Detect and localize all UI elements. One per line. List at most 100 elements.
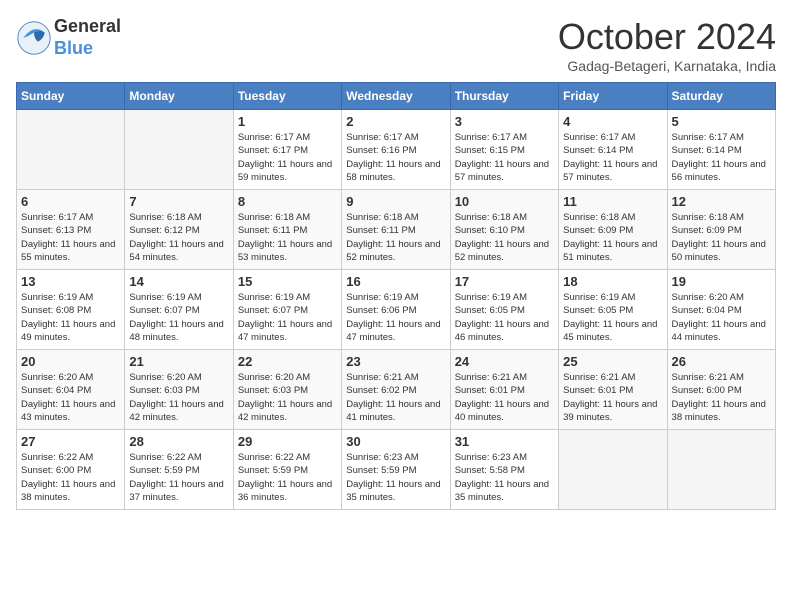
title-block: October 2024 Gadag-Betageri, Karnataka, …: [558, 16, 776, 74]
day-number: 11: [563, 194, 662, 209]
calendar-cell: 6 Sunrise: 6:17 AM Sunset: 6:13 PM Daylig…: [17, 190, 125, 270]
logo-general: General: [54, 16, 121, 36]
day-number: 27: [21, 434, 120, 449]
day-info: Sunrise: 6:19 AM Sunset: 6:07 PM Dayligh…: [238, 291, 337, 344]
calendar-cell: [125, 110, 233, 190]
calendar-cell: 5Sunrise: 6:17 AM Sunset: 6:14 PM Daylig…: [667, 110, 775, 190]
calendar-cell: 17Sunrise: 6:19 AM Sunset: 6:05 PM Dayli…: [450, 270, 558, 350]
calendar-cell: 25 Sunrise: 6:21 AM Sunset: 6:01 PM Dayli…: [559, 350, 667, 430]
day-number: 2: [346, 114, 445, 129]
calendar-cell: 10 Sunrise: 6:18 AM Sunset: 6:10 PM Dayli…: [450, 190, 558, 270]
day-number: 14: [129, 274, 228, 289]
calendar-cell: 3Sunrise: 6:17 AM Sunset: 6:15 PM Daylig…: [450, 110, 558, 190]
weekday-header: Sunday: [17, 83, 125, 110]
calendar-cell: 9 Sunrise: 6:18 AM Sunset: 6:11 PM Daylig…: [342, 190, 450, 270]
calendar-cell: 7Sunrise: 6:18 AM Sunset: 6:12 PM Daylig…: [125, 190, 233, 270]
day-info: Sunrise: 6:19 AM Sunset: 6:07 PM Dayligh…: [129, 291, 228, 344]
day-info: Sunrise: 6:18 AM Sunset: 6:11 PM Dayligh…: [238, 211, 337, 264]
day-number: 23: [346, 354, 445, 369]
day-number: 29: [238, 434, 337, 449]
calendar-cell: 4 Sunrise: 6:17 AM Sunset: 6:14 PM Daylig…: [559, 110, 667, 190]
day-info: Sunrise: 6:20 AM Sunset: 6:04 PM Dayligh…: [21, 371, 120, 424]
calendar-cell: 29 Sunrise: 6:22 AM Sunset: 5:59 PM Dayli…: [233, 430, 341, 510]
day-info: Sunrise: 6:23 AM Sunset: 5:59 PM Dayligh…: [346, 451, 445, 504]
weekday-header: Wednesday: [342, 83, 450, 110]
calendar-cell: 20Sunrise: 6:20 AM Sunset: 6:04 PM Dayli…: [17, 350, 125, 430]
logo-icon: [16, 20, 52, 56]
day-number: 8: [238, 194, 337, 209]
day-info: Sunrise: 6:23 AM Sunset: 5:58 PM Dayligh…: [455, 451, 554, 504]
calendar-cell: 1 Sunrise: 6:17 AM Sunset: 6:17 PM Daylig…: [233, 110, 341, 190]
calendar-cell: 18 Sunrise: 6:19 AM Sunset: 6:05 PM Dayli…: [559, 270, 667, 350]
calendar-cell: 26 Sunrise: 6:21 AM Sunset: 6:00 PM Dayli…: [667, 350, 775, 430]
day-info: Sunrise: 6:17 AM Sunset: 6:14 PM Dayligh…: [672, 131, 771, 184]
calendar-table: SundayMondayTuesdayWednesdayThursdayFrid…: [16, 82, 776, 510]
calendar-cell: [667, 430, 775, 510]
calendar-cell: 19 Sunrise: 6:20 AM Sunset: 6:04 PM Dayli…: [667, 270, 775, 350]
day-info: Sunrise: 6:18 AM Sunset: 6:09 PM Dayligh…: [563, 211, 662, 264]
day-number: 4: [563, 114, 662, 129]
calendar-cell: 21 Sunrise: 6:20 AM Sunset: 6:03 PM Dayli…: [125, 350, 233, 430]
day-info: Sunrise: 6:21 AM Sunset: 6:01 PM Dayligh…: [563, 371, 662, 424]
day-info: Sunrise: 6:19 AM Sunset: 6:05 PM Dayligh…: [563, 291, 662, 344]
day-number: 25: [563, 354, 662, 369]
weekday-header: Thursday: [450, 83, 558, 110]
calendar-cell: 2 Sunrise: 6:17 AM Sunset: 6:16 PM Daylig…: [342, 110, 450, 190]
day-info: Sunrise: 6:17 AM Sunset: 6:17 PM Dayligh…: [238, 131, 337, 184]
page-header: General Blue October 2024 Gadag-Betageri…: [16, 16, 776, 74]
calendar-cell: 23 Sunrise: 6:21 AM Sunset: 6:02 PM Dayli…: [342, 350, 450, 430]
calendar-cell: 12 Sunrise: 6:18 AM Sunset: 6:09 PM Dayli…: [667, 190, 775, 270]
calendar-cell: [17, 110, 125, 190]
day-info: Sunrise: 6:20 AM Sunset: 6:03 PM Dayligh…: [129, 371, 228, 424]
calendar-cell: 13 Sunrise: 6:19 AM Sunset: 6:08 PM Dayli…: [17, 270, 125, 350]
day-info: Sunrise: 6:19 AM Sunset: 6:08 PM Dayligh…: [21, 291, 120, 344]
logo-text: General Blue: [54, 16, 121, 59]
day-info: Sunrise: 6:22 AM Sunset: 5:59 PM Dayligh…: [238, 451, 337, 504]
month-title: October 2024: [558, 16, 776, 58]
day-info: Sunrise: 6:17 AM Sunset: 6:16 PM Dayligh…: [346, 131, 445, 184]
day-info: Sunrise: 6:18 AM Sunset: 6:11 PM Dayligh…: [346, 211, 445, 264]
calendar-cell: [559, 430, 667, 510]
calendar-cell: 14 Sunrise: 6:19 AM Sunset: 6:07 PM Dayli…: [125, 270, 233, 350]
calendar-cell: 24Sunrise: 6:21 AM Sunset: 6:01 PM Dayli…: [450, 350, 558, 430]
day-info: Sunrise: 6:17 AM Sunset: 6:14 PM Dayligh…: [563, 131, 662, 184]
day-number: 19: [672, 274, 771, 289]
location: Gadag-Betageri, Karnataka, India: [558, 58, 776, 74]
day-info: Sunrise: 6:17 AM Sunset: 6:15 PM Dayligh…: [455, 131, 554, 184]
day-info: Sunrise: 6:19 AM Sunset: 6:06 PM Dayligh…: [346, 291, 445, 344]
day-number: 31: [455, 434, 554, 449]
weekday-header: Saturday: [667, 83, 775, 110]
day-info: Sunrise: 6:18 AM Sunset: 6:10 PM Dayligh…: [455, 211, 554, 264]
day-info: Sunrise: 6:20 AM Sunset: 6:04 PM Dayligh…: [672, 291, 771, 344]
calendar-cell: 22Sunrise: 6:20 AM Sunset: 6:03 PM Dayli…: [233, 350, 341, 430]
calendar-cell: 28 Sunrise: 6:22 AM Sunset: 5:59 PM Dayli…: [125, 430, 233, 510]
day-info: Sunrise: 6:17 AM Sunset: 6:13 PM Dayligh…: [21, 211, 120, 264]
day-number: 10: [455, 194, 554, 209]
logo-blue: Blue: [54, 38, 93, 58]
day-number: 21: [129, 354, 228, 369]
day-info: Sunrise: 6:21 AM Sunset: 6:00 PM Dayligh…: [672, 371, 771, 424]
day-number: 28: [129, 434, 228, 449]
calendar-cell: 15 Sunrise: 6:19 AM Sunset: 6:07 PM Dayli…: [233, 270, 341, 350]
calendar-cell: 16 Sunrise: 6:19 AM Sunset: 6:06 PM Dayli…: [342, 270, 450, 350]
day-number: 24: [455, 354, 554, 369]
day-number: 12: [672, 194, 771, 209]
day-number: 18: [563, 274, 662, 289]
day-number: 13: [21, 274, 120, 289]
day-number: 26: [672, 354, 771, 369]
day-number: 9: [346, 194, 445, 209]
day-number: 16: [346, 274, 445, 289]
day-info: Sunrise: 6:18 AM Sunset: 6:09 PM Dayligh…: [672, 211, 771, 264]
day-number: 7: [129, 194, 228, 209]
day-info: Sunrise: 6:22 AM Sunset: 6:00 PM Dayligh…: [21, 451, 120, 504]
day-number: 15: [238, 274, 337, 289]
day-info: Sunrise: 6:22 AM Sunset: 5:59 PM Dayligh…: [129, 451, 228, 504]
day-number: 1: [238, 114, 337, 129]
day-info: Sunrise: 6:21 AM Sunset: 6:02 PM Dayligh…: [346, 371, 445, 424]
calendar-cell: 8 Sunrise: 6:18 AM Sunset: 6:11 PM Daylig…: [233, 190, 341, 270]
calendar-cell: 11 Sunrise: 6:18 AM Sunset: 6:09 PM Dayli…: [559, 190, 667, 270]
day-number: 30: [346, 434, 445, 449]
calendar-cell: 31 Sunrise: 6:23 AM Sunset: 5:58 PM Dayli…: [450, 430, 558, 510]
weekday-header: Monday: [125, 83, 233, 110]
day-number: 6: [21, 194, 120, 209]
